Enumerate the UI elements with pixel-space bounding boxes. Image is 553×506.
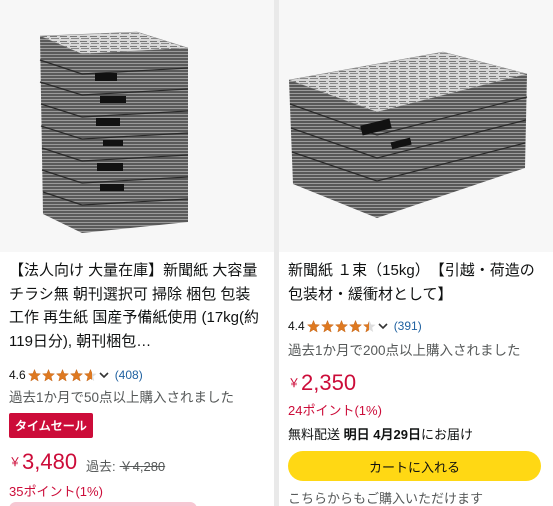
product-image[interactable] <box>0 0 274 252</box>
delivery-prefix: 無料配送 <box>288 427 341 442</box>
rating-value: 4.4 <box>288 319 305 333</box>
chevron-down-icon[interactable] <box>99 371 109 379</box>
product-image[interactable] <box>279 0 553 252</box>
rating-count-link[interactable]: (391) <box>394 319 422 333</box>
star-rating-icon <box>27 368 98 382</box>
price-amount: 2,350 <box>301 370 357 395</box>
rating-row[interactable]: 4.6 (408) <box>9 366 143 384</box>
currency-symbol: ￥ <box>288 376 301 390</box>
chevron-down-icon[interactable] <box>378 322 388 330</box>
product-title[interactable]: 【法人向け 大量在庫】新聞紙 大容量 チラシ無 朝刊選択可 掃除 梱包 包装 工… <box>9 259 268 354</box>
star-rating-icon <box>306 319 377 333</box>
bought-count: 過去1か月で200点以上購入されました <box>288 343 521 358</box>
delivery-date: 明日 4月29日 <box>343 427 421 442</box>
product-card[interactable]: 新聞紙 １束（15kg） 【引越・荷造の包装材・緩衝材として】 4.4 (391… <box>279 0 553 506</box>
rating-row[interactable]: 4.4 (391) <box>288 317 422 335</box>
points: 24ポイント(1%) <box>288 403 382 418</box>
price[interactable]: ￥ 3,480 <box>9 449 77 475</box>
list-price-label: 過去: <box>86 459 116 474</box>
product-card[interactable]: 【法人向け 大量在庫】新聞紙 大容量 チラシ無 朝刊選択可 掃除 梱包 包装 工… <box>0 0 274 506</box>
coupon-button[interactable] <box>9 502 197 506</box>
other-sellers-link[interactable]: こちらからもご購入いただけます <box>288 488 483 506</box>
points: 35ポイント(1%) <box>9 484 103 499</box>
add-to-cart-button[interactable]: カートに入れる <box>288 451 541 481</box>
delivery-suffix: にお届け <box>420 427 473 442</box>
product-title[interactable]: 新聞紙 １束（15kg） 【引越・荷造の包装材・緩衝材として】 <box>288 259 547 307</box>
list-price: 過去: ￥4,280 <box>86 456 165 475</box>
currency-symbol: ￥ <box>9 455 22 469</box>
price-amount: 3,480 <box>22 449 78 474</box>
delivery-info: 無料配送 明日 4月29日にお届け <box>288 424 473 443</box>
bought-count: 過去1か月で50点以上購入されました <box>9 390 235 405</box>
price[interactable]: ￥ 2,350 <box>288 370 356 396</box>
deal-badge: タイムセール <box>9 413 93 438</box>
list-price-value: ￥4,280 <box>119 459 166 474</box>
rating-value: 4.6 <box>9 368 26 382</box>
rating-count-link[interactable]: (408) <box>115 368 143 382</box>
